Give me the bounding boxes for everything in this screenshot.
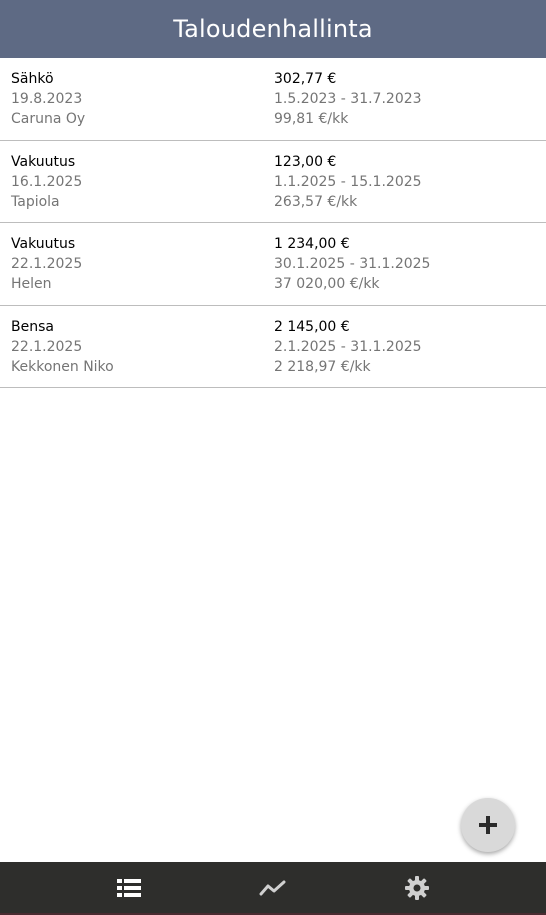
entry-payee: Kekkonen Niko: [11, 358, 114, 375]
entry-right-column: 302,77 € 1.5.2023 - 31.7.2023 99,81 €/kk: [274, 69, 535, 140]
entry-monthly: 99,81 €/kk: [274, 111, 349, 127]
entry-left-column: Vakuutus 22.1.2025 Helen: [11, 234, 274, 305]
entry-amount: 302,77 €: [274, 71, 337, 87]
entry-date: 22.1.2025: [11, 256, 83, 272]
list-icon: [117, 878, 141, 897]
entry-monthly: 263,57 €/kk: [274, 193, 358, 210]
nav-chart-button[interactable]: [243, 862, 303, 913]
entry-category: Vakuutus: [11, 236, 76, 252]
list-item[interactable]: Sähkö 19.8.2023 Caruna Oy 302,77 € 1.5.2…: [0, 58, 546, 141]
list-item[interactable]: Vakuutus 16.1.2025 Tapiola 123,00 € 1.1.…: [0, 141, 546, 223]
entry-list: Sähkö 19.8.2023 Caruna Oy 302,77 € 1.5.2…: [0, 58, 546, 388]
entry-amount: 123,00 €: [274, 153, 337, 170]
entry-amount: 2 145,00 €: [274, 318, 350, 335]
entry-period: 2.1.2025 - 31.1.2025: [274, 338, 422, 355]
entry-right-column: 123,00 € 1.1.2025 - 15.1.2025 263,57 €/k…: [274, 152, 535, 223]
entry-monthly: 2 218,97 €/kk: [274, 358, 371, 375]
entry-monthly: 37 020,00 €/kk: [274, 276, 380, 292]
entry-right-column: 1 234,00 € 30.1.2025 - 31.1.2025 37 020,…: [274, 234, 535, 305]
entry-date: 19.8.2023: [11, 91, 83, 107]
bottom-nav: [0, 862, 546, 915]
entry-period: 1.1.2025 - 15.1.2025: [274, 173, 422, 190]
entry-amount: 1 234,00 €: [274, 236, 350, 252]
entry-right-column: 2 145,00 € 2.1.2025 - 31.1.2025 2 218,97…: [274, 317, 535, 388]
entry-date: 16.1.2025: [11, 173, 83, 190]
entry-payee: Tapiola: [11, 193, 60, 210]
entry-category: Bensa: [11, 318, 54, 335]
nav-list-button[interactable]: [99, 862, 159, 913]
list-item[interactable]: Bensa 22.1.2025 Kekkonen Niko 2 145,00 €…: [0, 306, 546, 388]
entry-period: 1.5.2023 - 31.7.2023: [274, 91, 422, 107]
chart-line-icon: [259, 880, 286, 895]
list-item[interactable]: Vakuutus 22.1.2025 Helen 1 234,00 € 30.1…: [0, 223, 546, 306]
entry-period: 30.1.2025 - 31.1.2025: [274, 256, 431, 272]
entry-left-column: Bensa 22.1.2025 Kekkonen Niko: [11, 317, 274, 388]
plus-icon: [479, 816, 497, 834]
entry-payee: Helen: [11, 276, 52, 292]
app-header: Taloudenhallinta: [0, 0, 546, 58]
entry-payee: Caruna Oy: [11, 111, 86, 127]
add-entry-button[interactable]: [461, 798, 515, 852]
entry-date: 22.1.2025: [11, 338, 83, 355]
entry-category: Vakuutus: [11, 153, 76, 170]
entry-left-column: Sähkö 19.8.2023 Caruna Oy: [11, 69, 274, 140]
gear-icon: [405, 875, 429, 900]
entry-left-column: Vakuutus 16.1.2025 Tapiola: [11, 152, 274, 223]
nav-settings-button[interactable]: [387, 862, 447, 913]
page-title: Taloudenhallinta: [173, 15, 373, 43]
entry-category: Sähkö: [11, 71, 54, 87]
